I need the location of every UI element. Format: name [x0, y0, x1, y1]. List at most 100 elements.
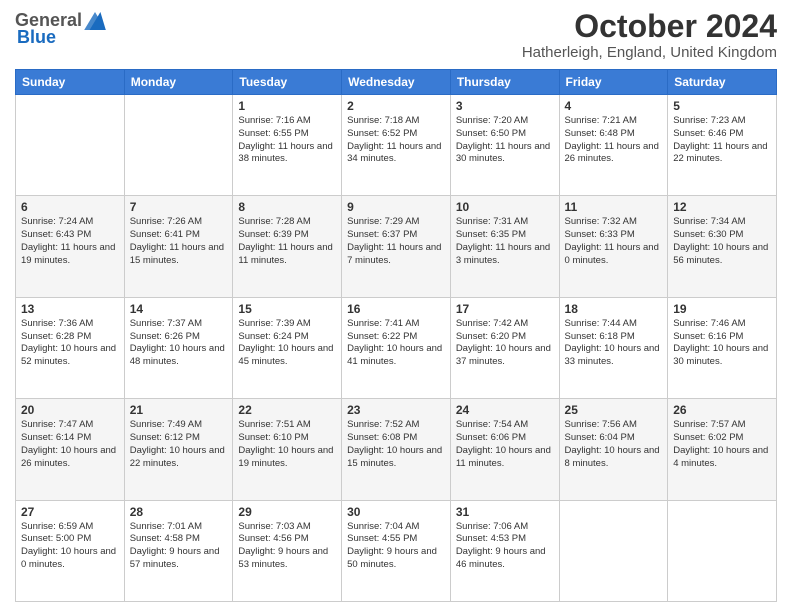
table-row: 9 Sunrise: 7:29 AM Sunset: 6:37 PM Daylig…	[342, 196, 451, 297]
day-info: Sunrise: 7:23 AM Sunset: 6:46 PM Dayligh…	[673, 115, 771, 166]
title-block: October 2024 Hatherleigh, England, Unite…	[522, 10, 777, 61]
day-number: 19	[673, 302, 771, 316]
logo-icon	[84, 12, 106, 30]
table-row: 31 Sunrise: 7:06 AM Sunset: 4:53 PM Dayli…	[450, 500, 559, 601]
calendar-week-row: 1Sunrise: 7:16 AM Sunset: 6:55 PM Daylig…	[16, 95, 777, 196]
day-info: Sunrise: 7:04 AM Sunset: 4:55 PM Dayligh…	[347, 521, 445, 572]
day-number: 3	[456, 99, 554, 113]
day-info: Sunrise: 7:29 AM Sunset: 6:37 PM Dayligh…	[347, 216, 445, 267]
table-row: 13Sunrise: 7:36 AM Sunset: 6:28 PM Dayli…	[16, 297, 125, 398]
table-row: 20 Sunrise: 7:47 AM Sunset: 6:14 PM Dayli…	[16, 399, 125, 500]
table-row: 27 Sunrise: 6:59 AM Sunset: 5:00 PM Dayli…	[16, 500, 125, 601]
day-number: 24	[456, 403, 554, 417]
day-number: 20	[21, 403, 119, 417]
day-number: 7	[130, 200, 228, 214]
day-info: Sunrise: 7:03 AM Sunset: 4:56 PM Dayligh…	[238, 521, 336, 572]
day-info: Sunrise: 7:31 AM Sunset: 6:35 PM Dayligh…	[456, 216, 554, 267]
month-title: October 2024	[522, 10, 777, 42]
day-number: 9	[347, 200, 445, 214]
table-row: 23 Sunrise: 7:52 AM Sunset: 6:08 PM Dayli…	[342, 399, 451, 500]
table-row	[559, 500, 668, 601]
table-row: 6Sunrise: 7:24 AM Sunset: 6:43 PM Daylig…	[16, 196, 125, 297]
day-info: Sunrise: 7:57 AM Sunset: 6:02 PM Dayligh…	[673, 419, 771, 470]
day-number: 12	[673, 200, 771, 214]
table-row: 4Sunrise: 7:21 AM Sunset: 6:48 PM Daylig…	[559, 95, 668, 196]
day-info: Sunrise: 7:26 AM Sunset: 6:41 PM Dayligh…	[130, 216, 228, 267]
table-row: 26 Sunrise: 7:57 AM Sunset: 6:02 PM Dayli…	[668, 399, 777, 500]
table-row: 12Sunrise: 7:34 AM Sunset: 6:30 PM Dayli…	[668, 196, 777, 297]
day-info: Sunrise: 7:18 AM Sunset: 6:52 PM Dayligh…	[347, 115, 445, 166]
day-info: Sunrise: 7:06 AM Sunset: 4:53 PM Dayligh…	[456, 521, 554, 572]
table-row: 14 Sunrise: 7:37 AM Sunset: 6:26 PM Dayli…	[124, 297, 233, 398]
col-wednesday: Wednesday	[342, 70, 451, 95]
page: General Blue October 2024 Hatherleigh, E…	[0, 0, 792, 612]
table-row: 25 Sunrise: 7:56 AM Sunset: 6:04 PM Dayli…	[559, 399, 668, 500]
day-number: 30	[347, 505, 445, 519]
day-number: 11	[565, 200, 663, 214]
day-info: Sunrise: 7:01 AM Sunset: 4:58 PM Dayligh…	[130, 521, 228, 572]
table-row: 18Sunrise: 7:44 AM Sunset: 6:18 PM Dayli…	[559, 297, 668, 398]
day-info: Sunrise: 7:51 AM Sunset: 6:10 PM Dayligh…	[238, 419, 336, 470]
day-info: Sunrise: 7:41 AM Sunset: 6:22 PM Dayligh…	[347, 318, 445, 369]
logo: General Blue	[15, 10, 106, 48]
day-info: Sunrise: 7:52 AM Sunset: 6:08 PM Dayligh…	[347, 419, 445, 470]
day-number: 8	[238, 200, 336, 214]
day-number: 22	[238, 403, 336, 417]
day-number: 31	[456, 505, 554, 519]
table-row: 3 Sunrise: 7:20 AM Sunset: 6:50 PM Daylig…	[450, 95, 559, 196]
day-info: Sunrise: 7:42 AM Sunset: 6:20 PM Dayligh…	[456, 318, 554, 369]
calendar-header-row: Sunday Monday Tuesday Wednesday Thursday…	[16, 70, 777, 95]
logo-blue-text: Blue	[17, 27, 56, 48]
day-number: 14	[130, 302, 228, 316]
day-number: 15	[238, 302, 336, 316]
header: General Blue October 2024 Hatherleigh, E…	[15, 10, 777, 61]
day-info: Sunrise: 6:59 AM Sunset: 5:00 PM Dayligh…	[21, 521, 119, 572]
table-row	[124, 95, 233, 196]
day-number: 27	[21, 505, 119, 519]
day-info: Sunrise: 7:54 AM Sunset: 6:06 PM Dayligh…	[456, 419, 554, 470]
table-row: 21 Sunrise: 7:49 AM Sunset: 6:12 PM Dayli…	[124, 399, 233, 500]
day-number: 28	[130, 505, 228, 519]
col-friday: Friday	[559, 70, 668, 95]
day-number: 21	[130, 403, 228, 417]
day-info: Sunrise: 7:49 AM Sunset: 6:12 PM Dayligh…	[130, 419, 228, 470]
day-info: Sunrise: 7:39 AM Sunset: 6:24 PM Dayligh…	[238, 318, 336, 369]
table-row: 2 Sunrise: 7:18 AM Sunset: 6:52 PM Daylig…	[342, 95, 451, 196]
day-info: Sunrise: 7:20 AM Sunset: 6:50 PM Dayligh…	[456, 115, 554, 166]
day-number: 26	[673, 403, 771, 417]
table-row: 28 Sunrise: 7:01 AM Sunset: 4:58 PM Dayli…	[124, 500, 233, 601]
day-info: Sunrise: 7:46 AM Sunset: 6:16 PM Dayligh…	[673, 318, 771, 369]
table-row: 1Sunrise: 7:16 AM Sunset: 6:55 PM Daylig…	[233, 95, 342, 196]
day-number: 1	[238, 99, 336, 113]
day-number: 25	[565, 403, 663, 417]
table-row: 19 Sunrise: 7:46 AM Sunset: 6:16 PM Dayli…	[668, 297, 777, 398]
table-row: 22 Sunrise: 7:51 AM Sunset: 6:10 PM Dayli…	[233, 399, 342, 500]
col-sunday: Sunday	[16, 70, 125, 95]
col-monday: Monday	[124, 70, 233, 95]
table-row: 11 Sunrise: 7:32 AM Sunset: 6:33 PM Dayli…	[559, 196, 668, 297]
day-number: 17	[456, 302, 554, 316]
table-row	[16, 95, 125, 196]
day-info: Sunrise: 7:37 AM Sunset: 6:26 PM Dayligh…	[130, 318, 228, 369]
day-info: Sunrise: 7:28 AM Sunset: 6:39 PM Dayligh…	[238, 216, 336, 267]
day-number: 23	[347, 403, 445, 417]
table-row: 5Sunrise: 7:23 AM Sunset: 6:46 PM Daylig…	[668, 95, 777, 196]
day-info: Sunrise: 7:47 AM Sunset: 6:14 PM Dayligh…	[21, 419, 119, 470]
day-info: Sunrise: 7:32 AM Sunset: 6:33 PM Dayligh…	[565, 216, 663, 267]
table-row: 24 Sunrise: 7:54 AM Sunset: 6:06 PM Dayli…	[450, 399, 559, 500]
table-row: 16 Sunrise: 7:41 AM Sunset: 6:22 PM Dayli…	[342, 297, 451, 398]
calendar-table: Sunday Monday Tuesday Wednesday Thursday…	[15, 69, 777, 602]
day-number: 4	[565, 99, 663, 113]
calendar-week-row: 27 Sunrise: 6:59 AM Sunset: 5:00 PM Dayli…	[16, 500, 777, 601]
table-row: 29Sunrise: 7:03 AM Sunset: 4:56 PM Dayli…	[233, 500, 342, 601]
calendar-week-row: 20 Sunrise: 7:47 AM Sunset: 6:14 PM Dayli…	[16, 399, 777, 500]
day-info: Sunrise: 7:56 AM Sunset: 6:04 PM Dayligh…	[565, 419, 663, 470]
day-number: 16	[347, 302, 445, 316]
day-number: 2	[347, 99, 445, 113]
table-row: 15 Sunrise: 7:39 AM Sunset: 6:24 PM Dayli…	[233, 297, 342, 398]
table-row: 30 Sunrise: 7:04 AM Sunset: 4:55 PM Dayli…	[342, 500, 451, 601]
location: Hatherleigh, England, United Kingdom	[522, 44, 777, 61]
day-info: Sunrise: 7:44 AM Sunset: 6:18 PM Dayligh…	[565, 318, 663, 369]
col-tuesday: Tuesday	[233, 70, 342, 95]
day-number: 13	[21, 302, 119, 316]
